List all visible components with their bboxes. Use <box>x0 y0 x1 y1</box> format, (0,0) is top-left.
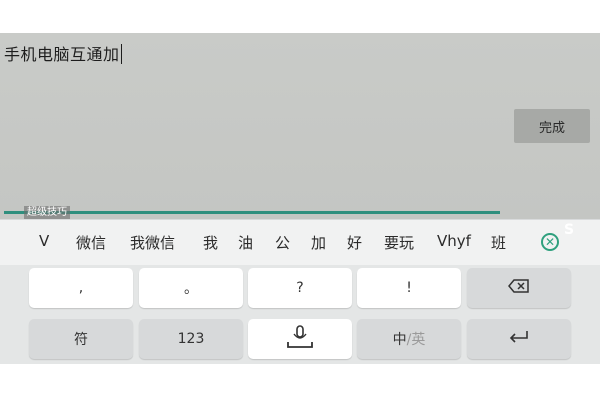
soft-keyboard: , 。 ? ! 符 123 中 /英 <box>0 265 600 364</box>
key-period[interactable]: 。 <box>139 268 243 308</box>
key-label: ! <box>406 280 412 296</box>
key-question[interactable]: ? <box>248 268 352 308</box>
key-exclamation[interactable]: ! <box>357 268 461 308</box>
key-label: 123 <box>177 331 205 347</box>
candidate-item[interactable]: 我 <box>203 232 218 253</box>
candidate-item[interactable]: Vhyf <box>437 232 471 250</box>
done-button[interactable]: 完成 <box>514 109 590 143</box>
candidate-item[interactable]: 微信 <box>76 232 106 253</box>
candidate-item[interactable]: 好 <box>347 232 362 253</box>
language-switch-key[interactable]: 中/英 <box>357 319 461 359</box>
candidate-item[interactable]: 加 <box>311 232 326 253</box>
watermark: 超级技巧 <box>24 206 70 219</box>
text-editor[interactable]: 手机电脑互通加 完成 超级技巧 <box>0 33 600 219</box>
key-comma[interactable]: , <box>29 268 133 308</box>
enter-key[interactable] <box>467 319 571 359</box>
text-caret <box>120 44 123 64</box>
key-label: 符 <box>74 332 88 348</box>
candidate-item[interactable]: 我微信 <box>130 232 175 253</box>
space-voice-key[interactable] <box>248 319 352 359</box>
key-label: 。 <box>184 281 198 297</box>
app-screen: 手机电脑互通加 完成 超级技巧 V 微信 我微信 我 油 公 加 好 要玩 Vh… <box>0 33 600 364</box>
candidate-item[interactable]: 公 <box>275 232 290 253</box>
key-label-secondary: /英 <box>406 332 426 348</box>
candidate-item[interactable]: 要玩 <box>384 232 414 253</box>
enter-icon <box>508 330 530 348</box>
edge-logo: S <box>564 222 575 238</box>
editor-text-content: 手机电脑互通加 <box>4 45 120 64</box>
backspace-key[interactable] <box>467 268 571 308</box>
input-underline <box>4 211 500 214</box>
symbol-key[interactable]: 符 <box>29 319 133 359</box>
key-label-primary: 中 <box>392 332 407 348</box>
close-suggestions-icon[interactable]: ✕ <box>541 233 559 251</box>
candidate-item[interactable]: 班 <box>491 232 506 253</box>
candidate-item[interactable]: V <box>39 232 49 250</box>
candidate-bar: V 微信 我微信 我 油 公 加 好 要玩 Vhyf 班 ✕ S <box>0 219 600 266</box>
numeric-key[interactable]: 123 <box>139 319 243 359</box>
key-label: ? <box>296 280 304 296</box>
editor-text[interactable]: 手机电脑互通加 <box>4 41 123 65</box>
key-label: , <box>78 280 84 296</box>
candidate-item[interactable]: 油 <box>238 232 253 253</box>
backspace-icon <box>508 279 530 297</box>
microphone-icon <box>285 322 315 356</box>
